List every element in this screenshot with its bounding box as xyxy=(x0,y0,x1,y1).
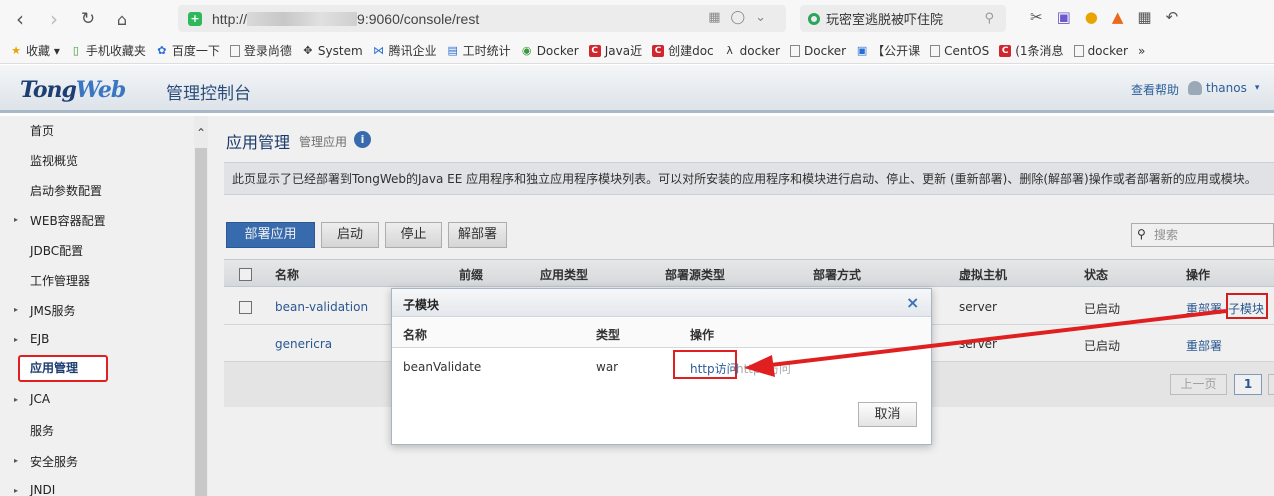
annotation-arrow xyxy=(744,309,1227,377)
arrow-line xyxy=(761,309,1227,368)
arrow-head xyxy=(744,355,775,377)
